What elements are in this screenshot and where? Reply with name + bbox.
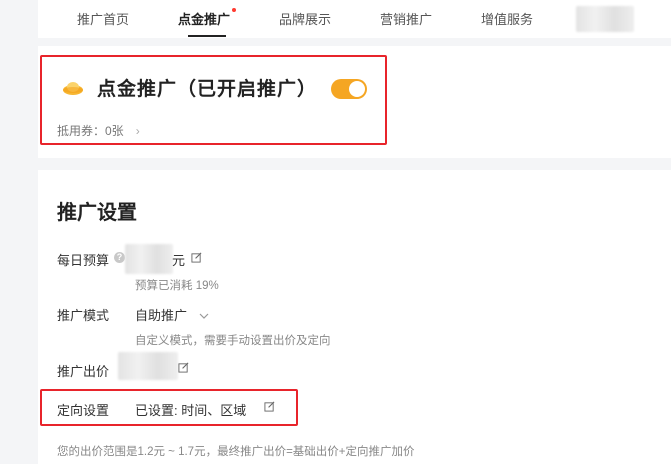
tab-gold-promotion[interactable]: 点金推广 <box>178 8 237 28</box>
edit-icon[interactable] <box>191 252 202 263</box>
bid-label: 推广出价 <box>57 364 110 379</box>
highlight-box-targeting <box>40 389 298 426</box>
daily-budget-label: 每日预算 <box>57 253 110 268</box>
daily-budget-unit: 元 <box>172 253 186 268</box>
tab-gold-promotion-label: 点金推广 <box>178 12 231 27</box>
edit-icon[interactable] <box>178 362 189 373</box>
mode-label: 推广模式 <box>57 308 110 323</box>
blurred-budget-value <box>125 244 173 274</box>
settings-title: 推广设置 <box>57 202 137 224</box>
active-tab-indicator <box>188 35 226 37</box>
tab-brand-display[interactable]: 品牌展示 <box>279 9 331 28</box>
blurred-user-info <box>576 6 634 32</box>
blurred-bid-value <box>118 352 178 380</box>
mode-dropdown[interactable]: 自助推广 <box>135 305 209 324</box>
tab-home[interactable]: 推广首页 <box>77 9 129 28</box>
price-range-note: 您的出价范围是1.2元 ~ 1.7元，最终推广出价=基础出价+定向推广加价 <box>57 446 415 458</box>
tab-value-added[interactable]: 增值服务 <box>481 9 533 28</box>
mode-value: 自助推广 <box>135 308 188 323</box>
notification-dot <box>232 8 237 12</box>
mode-hint: 自定义模式，需要手动设置出价及定向 <box>135 335 331 347</box>
chevron-down-icon <box>199 313 209 319</box>
highlight-box-status <box>40 55 387 145</box>
daily-budget-hint: 预算已消耗 19% <box>135 280 219 292</box>
help-icon[interactable]: ? <box>114 252 125 263</box>
tab-marketing[interactable]: 营销推广 <box>380 9 432 28</box>
